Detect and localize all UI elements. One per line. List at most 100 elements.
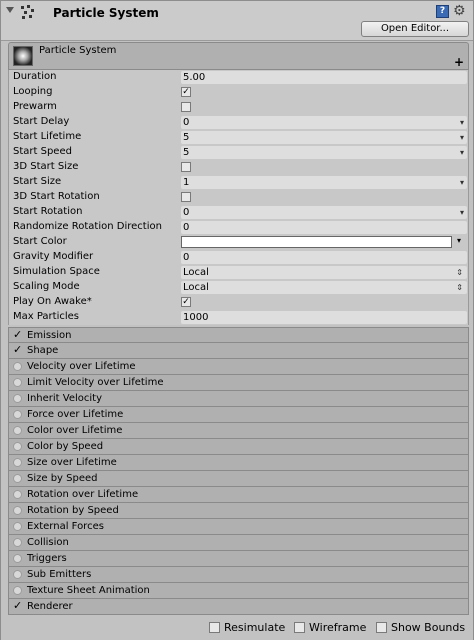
module-header[interactable]: Size over Lifetime: [8, 455, 469, 471]
module-label: Limit Velocity over Lifetime: [27, 377, 164, 388]
module-disabled-circle-icon[interactable]: [13, 490, 22, 499]
module-disabled-circle-icon[interactable]: [13, 506, 22, 515]
module-disabled-circle-icon[interactable]: [13, 362, 22, 371]
particle-preview-thumbnail: [13, 46, 33, 66]
property-row: Simulation Space Local: [9, 265, 468, 280]
property-row: Start Size 1: [9, 175, 468, 190]
property-label: Start Delay: [13, 116, 70, 127]
property-checkbox[interactable]: [181, 162, 191, 172]
property-value-field[interactable]: 0: [181, 221, 467, 234]
show-bounds-checkbox[interactable]: [376, 622, 387, 633]
module-disabled-circle-icon[interactable]: [13, 586, 22, 595]
module-header[interactable]: Triggers: [8, 551, 469, 567]
property-value-field[interactable]: 1000: [181, 311, 467, 324]
module-disabled-circle-icon[interactable]: [13, 554, 22, 563]
module-header[interactable]: Size by Speed: [8, 471, 469, 487]
wireframe-checkbox[interactable]: [294, 622, 305, 633]
help-icon[interactable]: ?: [436, 5, 449, 18]
module-enabled-check-icon[interactable]: ✓: [13, 344, 24, 355]
property-row: 3D Start Rotation: [9, 190, 468, 205]
module-disabled-circle-icon[interactable]: [13, 378, 22, 387]
property-row: Randomize Rotation Direction 0: [9, 220, 468, 235]
property-row: Start Color ▾: [9, 235, 468, 250]
module-header[interactable]: External Forces: [8, 519, 469, 535]
property-label: Looping: [13, 86, 53, 97]
module-header[interactable]: Collision: [8, 535, 469, 551]
scene-options-bar: Resimulate Wireframe Show Bounds: [1, 618, 473, 640]
module-disabled-circle-icon[interactable]: [13, 570, 22, 579]
property-row: Gravity Modifier 0: [9, 250, 468, 265]
property-checkbox[interactable]: ✓: [181, 87, 191, 97]
module-header[interactable]: ✓ Renderer: [8, 599, 469, 615]
property-label: Duration: [13, 71, 57, 82]
property-dropdown[interactable]: Local: [181, 281, 467, 294]
property-value-field[interactable]: 0: [181, 251, 467, 264]
module-label: Inherit Velocity: [27, 393, 102, 404]
resimulate-label: Resimulate: [224, 621, 286, 634]
property-dropdown[interactable]: 5: [181, 131, 467, 144]
component-title: Particle System: [53, 6, 159, 20]
color-swatch[interactable]: [181, 236, 452, 248]
module-disabled-circle-icon[interactable]: [13, 410, 22, 419]
property-dropdown[interactable]: 5: [181, 146, 467, 159]
module-disabled-circle-icon[interactable]: [13, 458, 22, 467]
module-header[interactable]: Texture Sheet Animation: [8, 583, 469, 599]
module-header[interactable]: Inherit Velocity: [8, 391, 469, 407]
property-label: Simulation Space: [13, 266, 100, 277]
module-label: Force over Lifetime: [27, 409, 124, 420]
module-disabled-circle-icon[interactable]: [13, 538, 22, 547]
property-row: Scaling Mode Local: [9, 280, 468, 295]
particle-system-module-header[interactable]: Particle System +: [8, 42, 469, 70]
module-header[interactable]: Color by Speed: [8, 439, 469, 455]
module-label: Shape: [27, 345, 59, 356]
property-dropdown[interactable]: 0: [181, 206, 467, 219]
resimulate-checkbox[interactable]: [209, 622, 220, 633]
open-editor-button[interactable]: Open Editor...: [361, 21, 469, 37]
property-dropdown[interactable]: 1: [181, 176, 467, 189]
module-label: Collision: [27, 537, 69, 548]
property-value-field[interactable]: 5.00: [181, 71, 467, 84]
module-disabled-circle-icon[interactable]: [13, 426, 22, 435]
module-disabled-circle-icon[interactable]: [13, 394, 22, 403]
gear-icon[interactable]: ⚙: [453, 3, 466, 19]
property-dropdown[interactable]: Local: [181, 266, 467, 279]
dropdown-arrow-icon[interactable]: ▾: [457, 236, 461, 245]
module-label: Size by Speed: [27, 473, 98, 484]
show-bounds-toggle[interactable]: Show Bounds: [376, 621, 465, 634]
foldout-arrow-icon[interactable]: [6, 7, 14, 13]
module-enabled-check-icon[interactable]: ✓: [13, 600, 24, 611]
module-header[interactable]: Color over Lifetime: [8, 423, 469, 439]
module-label: Sub Emitters: [27, 569, 92, 580]
module-label: Rotation over Lifetime: [27, 489, 139, 500]
property-checkbox[interactable]: [181, 192, 191, 202]
property-checkbox[interactable]: ✓: [181, 297, 191, 307]
module-header[interactable]: Limit Velocity over Lifetime: [8, 375, 469, 391]
property-row: Start Delay 0: [9, 115, 468, 130]
module-label: Color over Lifetime: [27, 425, 123, 436]
plus-icon[interactable]: +: [454, 55, 464, 69]
property-checkbox[interactable]: [181, 102, 191, 112]
property-label: Start Rotation: [13, 206, 83, 217]
module-label: Texture Sheet Animation: [27, 585, 150, 596]
module-header[interactable]: Rotation by Speed: [8, 503, 469, 519]
inspector-panel: Particle System ? ⚙ Open Editor... Parti…: [0, 0, 474, 640]
module-label: Renderer: [27, 601, 73, 612]
module-header[interactable]: ✓ Emission: [8, 327, 469, 343]
property-label: Start Color: [13, 236, 67, 247]
module-header[interactable]: Rotation over Lifetime: [8, 487, 469, 503]
wireframe-toggle[interactable]: Wireframe: [294, 621, 366, 634]
module-disabled-circle-icon[interactable]: [13, 442, 22, 451]
module-header[interactable]: Sub Emitters: [8, 567, 469, 583]
wireframe-label: Wireframe: [309, 621, 367, 634]
module-label: Size over Lifetime: [27, 457, 117, 468]
module-header[interactable]: Velocity over Lifetime: [8, 359, 469, 375]
property-dropdown[interactable]: 0: [181, 116, 467, 129]
module-header[interactable]: ✓ Shape: [8, 343, 469, 359]
module-enabled-check-icon[interactable]: ✓: [13, 329, 24, 340]
module-header[interactable]: Force over Lifetime: [8, 407, 469, 423]
module-disabled-circle-icon[interactable]: [13, 522, 22, 531]
resimulate-toggle[interactable]: Resimulate: [209, 621, 285, 634]
module-disabled-circle-icon[interactable]: [13, 474, 22, 483]
property-label: Max Particles: [13, 311, 80, 322]
module-label: Color by Speed: [27, 441, 104, 452]
